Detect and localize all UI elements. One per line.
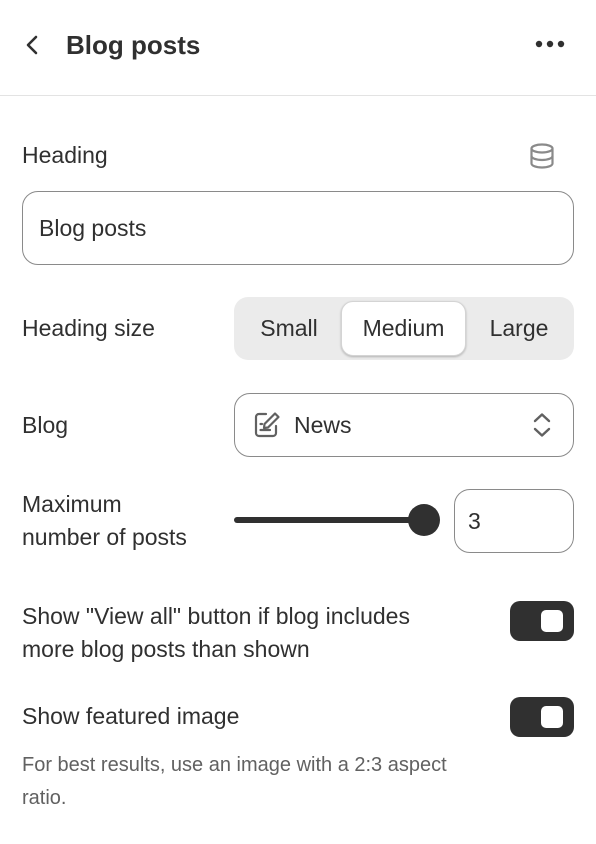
database-icon bbox=[530, 143, 554, 169]
view-all-toggle[interactable] bbox=[510, 601, 574, 641]
featured-image-label: Show featured image bbox=[22, 703, 240, 729]
max-posts-slider[interactable] bbox=[234, 502, 440, 538]
toggle-knob bbox=[541, 706, 563, 728]
more-actions-button[interactable] bbox=[528, 30, 572, 58]
more-horizontal-icon bbox=[535, 40, 565, 48]
heading-size-large[interactable]: Large bbox=[470, 301, 568, 356]
blog-label: Blog bbox=[22, 412, 69, 438]
featured-image-help-text: For best results, use an image with a 2:… bbox=[22, 749, 552, 815]
blog-select[interactable]: News bbox=[234, 393, 574, 457]
help-line2: ratio. bbox=[22, 787, 67, 809]
view-all-label-line2: more blog posts than shown bbox=[22, 636, 310, 662]
toggle-knob bbox=[541, 610, 563, 632]
back-button[interactable] bbox=[18, 30, 48, 60]
blog-document-icon bbox=[254, 412, 280, 438]
slider-track bbox=[234, 517, 424, 523]
help-line1: For best results, use an image with a 2:… bbox=[22, 754, 447, 776]
featured-image-toggle[interactable] bbox=[510, 697, 574, 737]
blog-select-value: News bbox=[294, 412, 352, 438]
heading-size-medium[interactable]: Medium bbox=[341, 301, 466, 356]
max-posts-input[interactable] bbox=[454, 489, 574, 553]
view-all-label-line1: Show "View all" button if blog includes bbox=[22, 603, 410, 629]
heading-size-segmented-control: Small Medium Large bbox=[234, 297, 574, 360]
max-posts-label-line2: number of posts bbox=[22, 524, 187, 550]
slider-thumb[interactable] bbox=[408, 504, 440, 536]
page-title: Blog posts bbox=[66, 30, 201, 60]
heading-size-small[interactable]: Small bbox=[240, 301, 338, 356]
panel-header: Blog posts bbox=[0, 0, 596, 96]
heading-input[interactable] bbox=[22, 191, 574, 265]
chevron-left-icon bbox=[26, 35, 38, 55]
heading-label: Heading bbox=[22, 142, 108, 168]
max-posts-label-line1: Maximum bbox=[22, 491, 122, 517]
chevron-up-down-icon bbox=[533, 413, 551, 437]
heading-size-label: Heading size bbox=[22, 315, 155, 341]
connect-dynamic-source-button[interactable] bbox=[526, 140, 558, 172]
